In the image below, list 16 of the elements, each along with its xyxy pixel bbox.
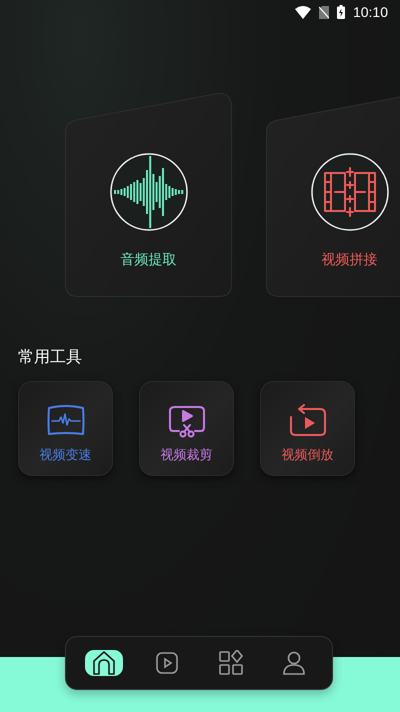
no-sim-icon: [318, 6, 329, 18]
home-icon: [90, 650, 117, 676]
feature-label: 音频提取: [120, 251, 176, 269]
nav-tab[interactable]: [84, 650, 123, 676]
battery-charging-icon: [336, 5, 345, 19]
tool-button[interactable]: 视频变速: [18, 381, 113, 476]
tool-button[interactable]: 视频倒放: [260, 381, 355, 476]
section-title: 常用工具: [18, 347, 83, 368]
status-time: 10:10: [352, 4, 388, 20]
user-icon: [281, 650, 308, 676]
tool-button[interactable]: 视频裁剪: [139, 381, 234, 476]
feature-card[interactable]: 音频提取: [65, 92, 232, 297]
wifi-icon: [294, 6, 311, 18]
feature-label: 视频拼接: [322, 251, 378, 269]
grid-icon: [218, 650, 244, 676]
play-icon: [154, 650, 180, 676]
